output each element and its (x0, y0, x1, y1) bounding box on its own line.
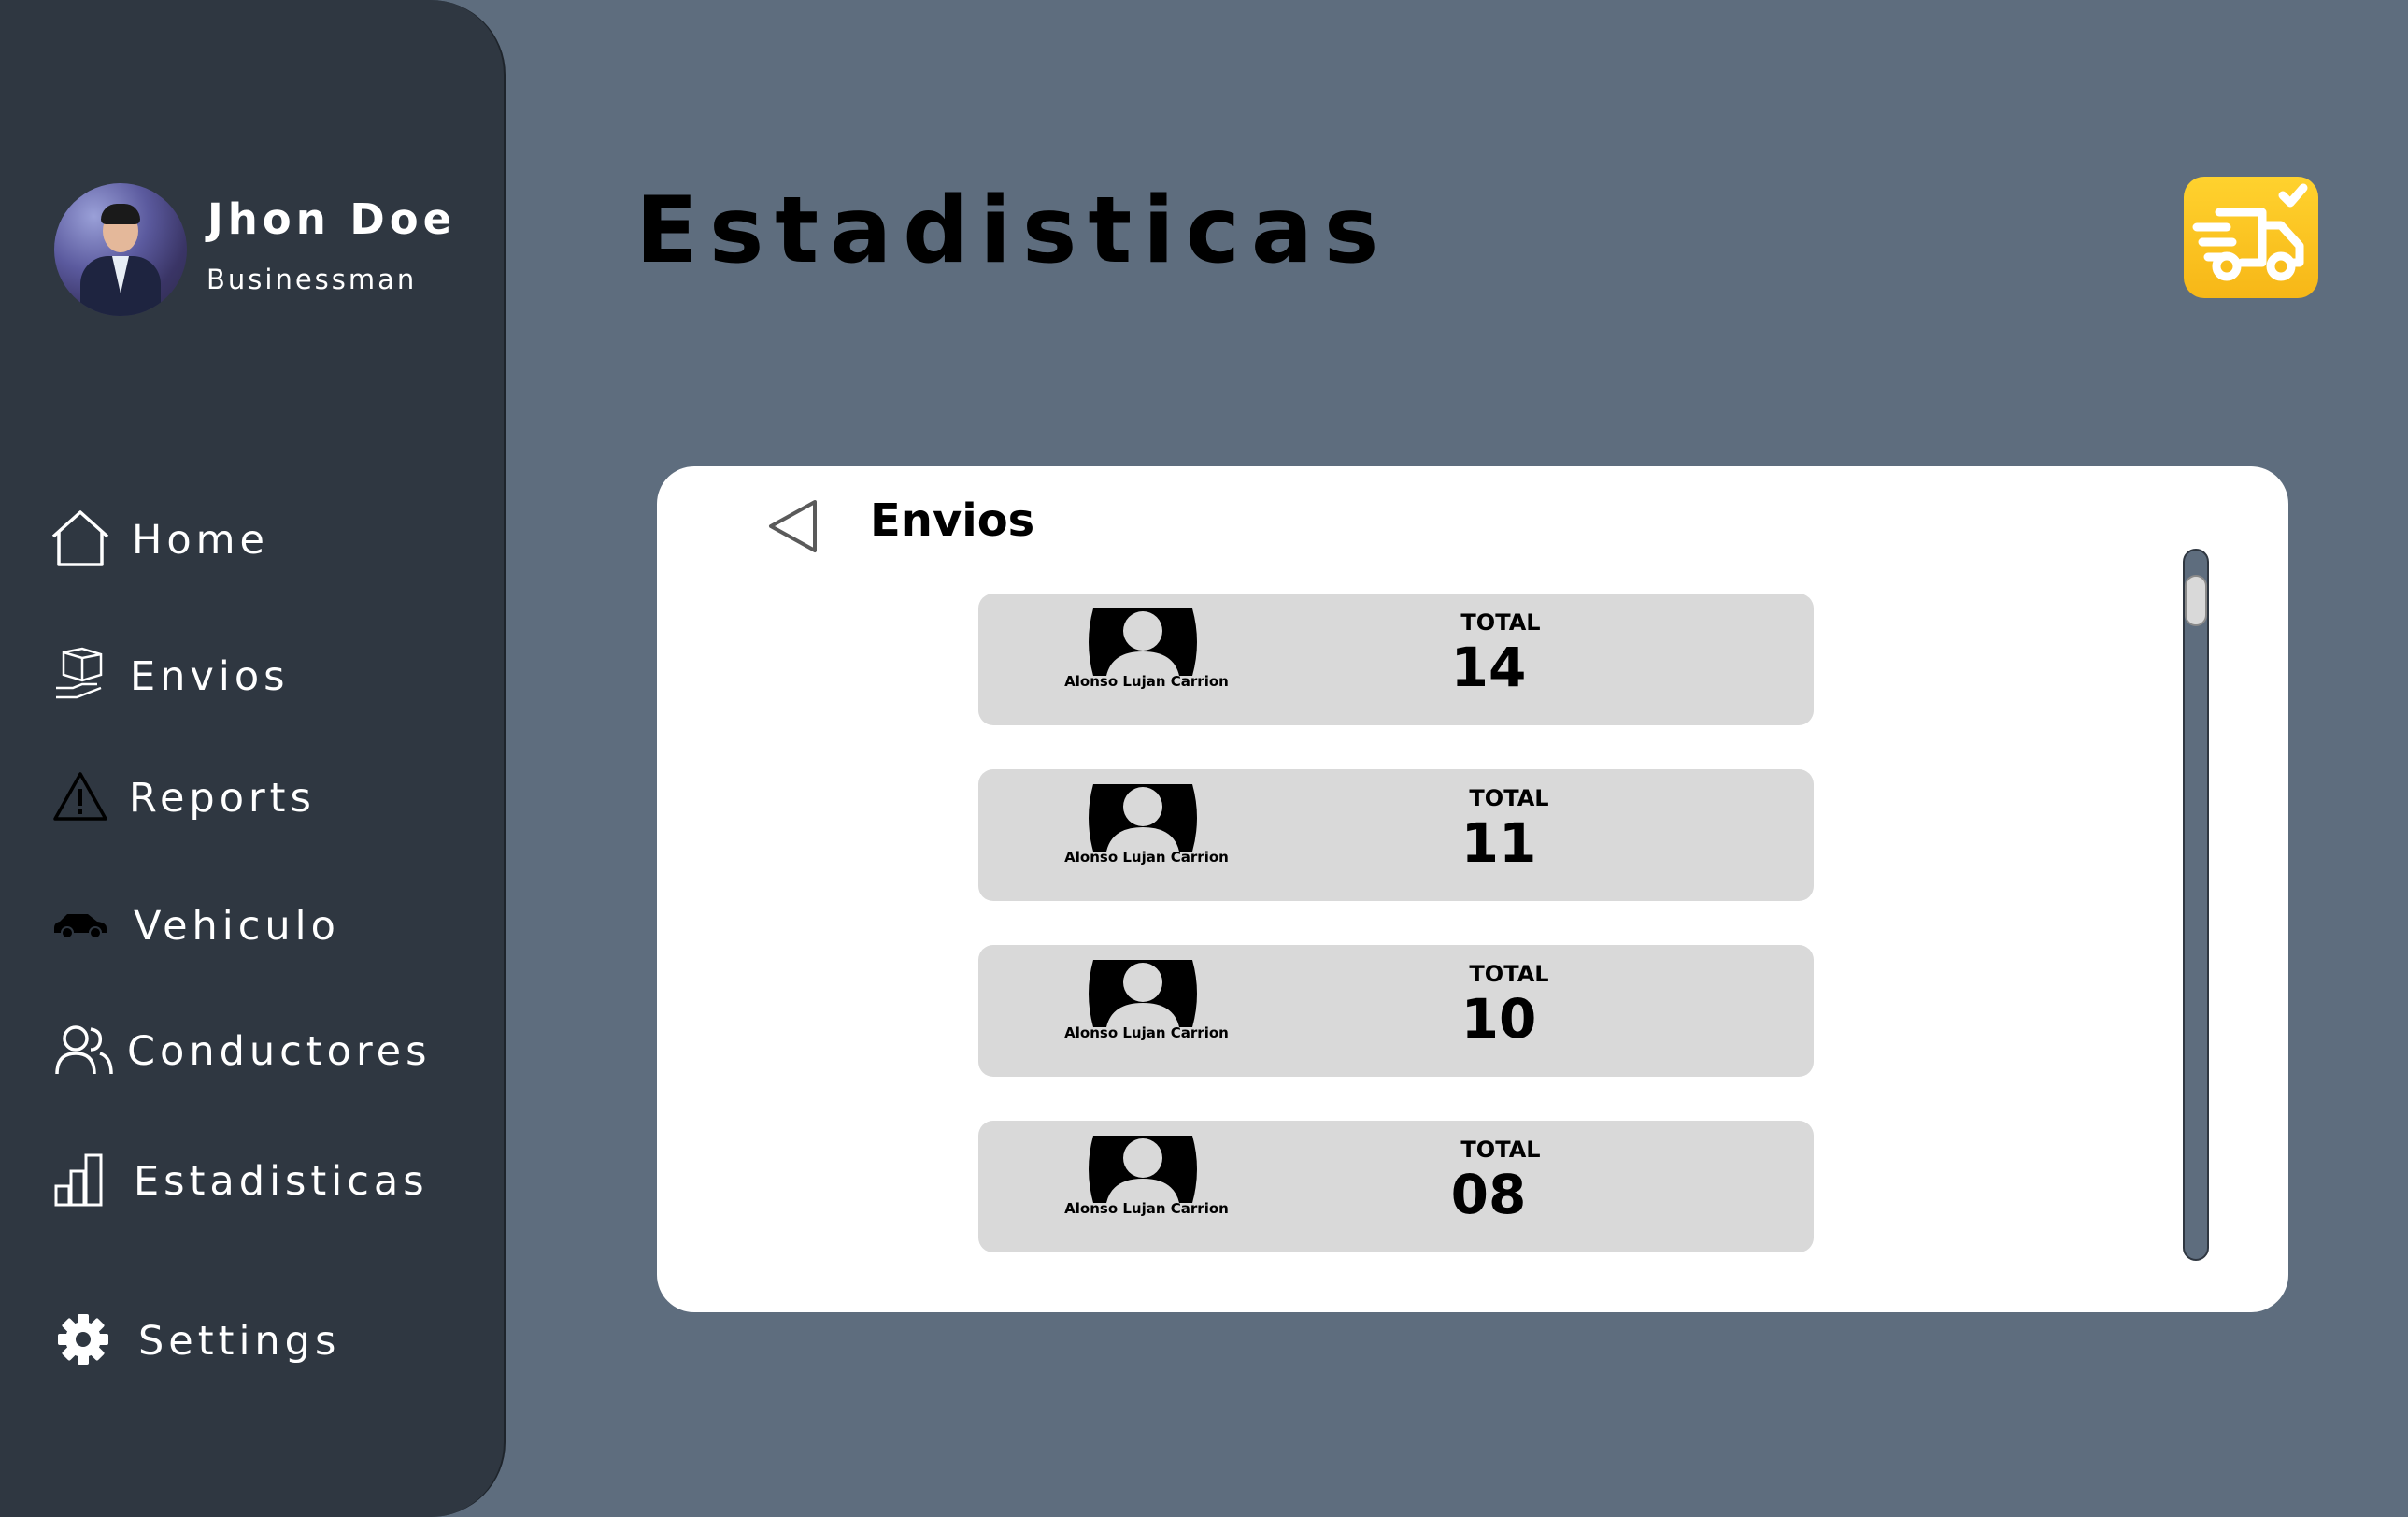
scrollbar-thumb[interactable] (2185, 575, 2207, 626)
list-item[interactable]: Alonso Lujan Carrion TOTAL 14 (978, 594, 1814, 725)
list-item[interactable]: Alonso Lujan Carrion TOTAL 10 (978, 945, 1814, 1077)
sidebar-item-label: Home (132, 517, 269, 564)
total-value: 08 (1450, 1163, 1527, 1226)
sidebar-item-label: Conductores (127, 1028, 432, 1075)
total-value: 10 (1460, 987, 1537, 1051)
user-avatar-icon (1086, 608, 1200, 676)
driver-name: Alonso Lujan Carrion (1064, 849, 1229, 866)
home-icon (50, 508, 111, 572)
gear-icon (57, 1313, 109, 1369)
sidebar-item-label: Vehiculo (134, 903, 340, 950)
sidebar-item-label: Envios (130, 653, 290, 700)
total-label: TOTAL (1469, 785, 1549, 811)
users-icon (53, 1023, 115, 1080)
warning-icon (52, 770, 108, 826)
sidebar-item-label: Estadisticas (134, 1158, 429, 1205)
sidebar-item-home[interactable]: Home (47, 498, 486, 582)
total-label: TOTAL (1460, 1137, 1541, 1163)
user-avatar-icon (1086, 1136, 1200, 1203)
sidebar-item-vehiculo[interactable]: Vehiculo (47, 884, 486, 968)
driver-name: Alonso Lujan Carrion (1064, 673, 1229, 690)
sidebar: Jhon Doe Businessman Home Envios Reports… (0, 0, 506, 1517)
sidebar-item-reports[interactable]: Reports (47, 756, 486, 840)
user-name: Jhon Doe (207, 194, 457, 244)
user-avatar-icon (1086, 960, 1200, 1027)
sidebar-item-conductores[interactable]: Conductores (47, 1009, 486, 1094)
package-icon (54, 647, 107, 707)
bar-chart-icon (54, 1152, 105, 1210)
driver-name: Alonso Lujan Carrion (1064, 1200, 1229, 1217)
sidebar-item-envios[interactable]: Envios (47, 635, 486, 719)
user-role: Businessman (207, 264, 418, 295)
back-arrow-icon[interactable] (766, 497, 822, 555)
user-avatar-icon (1086, 784, 1200, 852)
sidebar-item-settings[interactable]: Settings (47, 1299, 486, 1383)
scrollbar[interactable] (2183, 549, 2209, 1261)
total-label: TOTAL (1469, 961, 1549, 987)
delivery-truck-icon (2184, 177, 2318, 298)
car-icon (52, 909, 108, 943)
list-item[interactable]: Alonso Lujan Carrion TOTAL 08 (978, 1121, 1814, 1252)
list-item[interactable]: Alonso Lujan Carrion TOTAL 11 (978, 769, 1814, 901)
total-value: 11 (1460, 811, 1537, 875)
page-title: Estadisticas (635, 178, 1390, 284)
sidebar-item-estadisticas[interactable]: Estadisticas (47, 1139, 486, 1224)
driver-name: Alonso Lujan Carrion (1064, 1024, 1229, 1041)
total-label: TOTAL (1460, 609, 1541, 636)
avatar[interactable] (54, 183, 187, 316)
sidebar-item-label: Settings (138, 1318, 341, 1365)
panel-title: Envios (870, 494, 1035, 547)
envios-panel: Envios Alonso Lujan Carrion TOTAL 14 Alo… (657, 466, 2288, 1312)
sidebar-item-label: Reports (129, 775, 316, 822)
total-value: 14 (1450, 636, 1527, 699)
